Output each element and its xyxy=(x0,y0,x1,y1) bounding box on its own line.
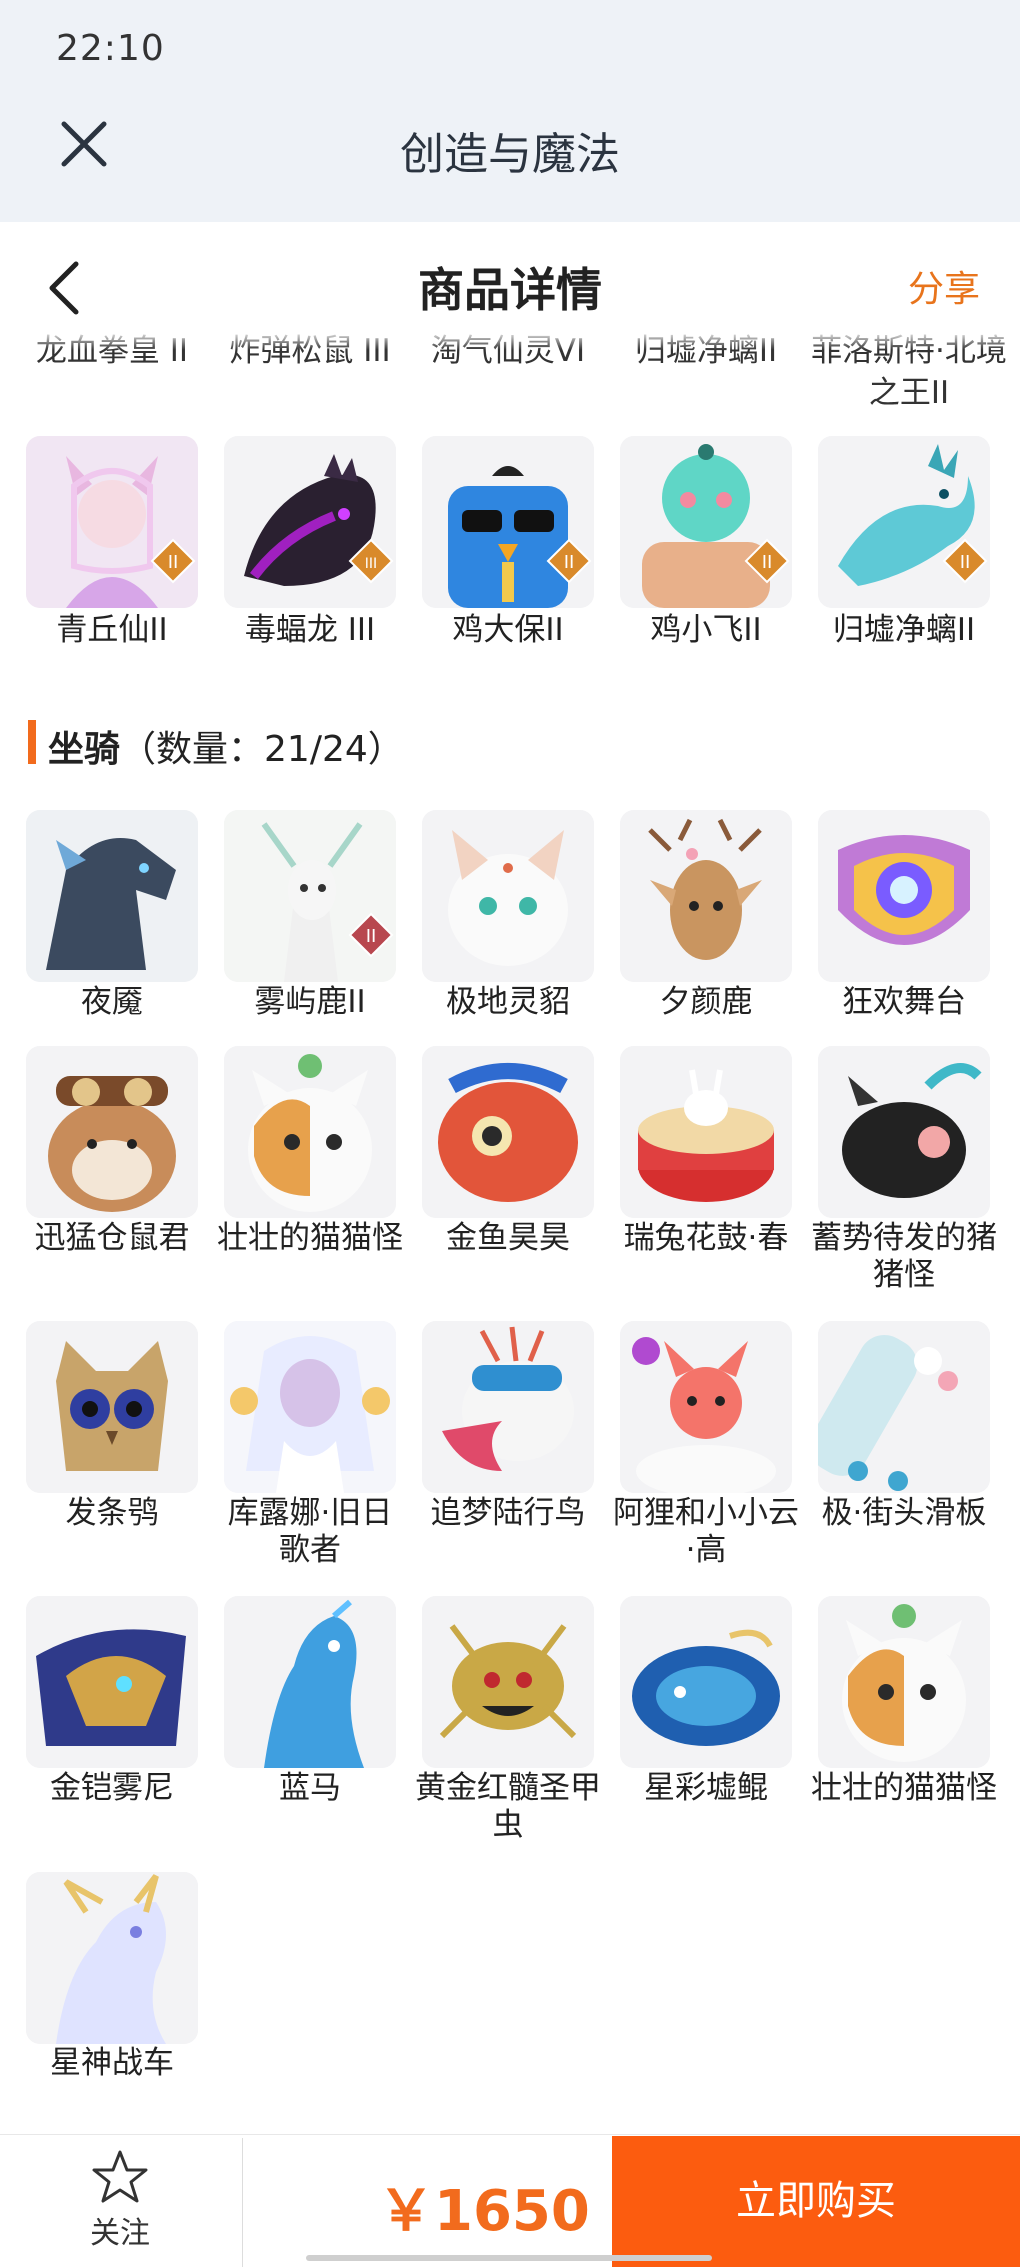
mount-tile[interactable] xyxy=(620,1046,792,1218)
section-count: （数量：21/24） xyxy=(120,729,404,770)
mount-label: 星神战车 xyxy=(50,2045,174,2081)
mount-label: 壮壮的猫猫怪 xyxy=(217,1220,403,1256)
mount-label: 金铠雾尼 xyxy=(50,1770,174,1806)
mount-image xyxy=(422,1596,594,1768)
mount-image xyxy=(26,1321,198,1493)
mount-label: 蓝马 xyxy=(279,1770,341,1806)
mount-image xyxy=(224,1596,396,1768)
mount-image xyxy=(224,1046,396,1218)
mount-tile[interactable] xyxy=(818,1321,990,1493)
divider xyxy=(242,2138,243,2267)
mount-tile[interactable] xyxy=(620,1596,792,1768)
mount-tile[interactable] xyxy=(26,1596,198,1768)
pet-label: 青丘仙II xyxy=(56,612,168,648)
mount-image xyxy=(422,1046,594,1218)
mount-image xyxy=(422,1321,594,1493)
mount-tile[interactable] xyxy=(224,1046,396,1218)
mount-image xyxy=(26,1872,198,2044)
mount-tile[interactable] xyxy=(224,1321,396,1493)
star-icon xyxy=(92,2150,148,2203)
rank-badge-icon: II xyxy=(546,538,592,584)
mount-label: 夕颜鹿 xyxy=(659,984,753,1020)
svg-text:III: III xyxy=(365,556,377,572)
buy-now-button[interactable]: 立即购买 xyxy=(612,2136,1020,2267)
pet-label: 鸡大保II xyxy=(452,612,564,648)
mount-tile[interactable] xyxy=(620,810,792,982)
mount-image xyxy=(818,1596,990,1768)
mount-label: 阿狸和小小云·高 xyxy=(613,1495,799,1568)
mount-tile[interactable] xyxy=(26,1321,198,1493)
mount-tile[interactable] xyxy=(26,1046,198,1218)
mount-image xyxy=(620,1046,792,1218)
mount-tile[interactable] xyxy=(818,1046,990,1218)
mount-tile[interactable] xyxy=(422,1046,594,1218)
mount-tile[interactable] xyxy=(26,810,198,982)
mount-label: 极地灵貂 xyxy=(446,984,570,1020)
scroll-fade xyxy=(0,330,1020,350)
home-indicator xyxy=(306,2255,712,2261)
mount-image xyxy=(818,1321,990,1493)
mount-image xyxy=(224,1321,396,1493)
svg-text:II: II xyxy=(168,552,179,573)
mount-image xyxy=(620,810,792,982)
rank-badge-icon: II xyxy=(348,912,394,958)
mount-image xyxy=(422,810,594,982)
section-title: 坐骑（数量：21/24） xyxy=(48,720,404,772)
mount-label: 夜魇 xyxy=(81,984,143,1020)
mount-image xyxy=(818,810,990,982)
mount-label: 黄金红髓圣甲虫 xyxy=(415,1770,601,1843)
mount-label: 蓄势待发的猪猪怪 xyxy=(811,1220,997,1293)
mount-label: 雾屿鹿II xyxy=(254,984,366,1020)
mount-image xyxy=(818,1046,990,1218)
mount-image xyxy=(620,1321,792,1493)
mount-tile[interactable] xyxy=(422,1321,594,1493)
mount-tile[interactable] xyxy=(818,1596,990,1768)
mount-image xyxy=(26,810,198,982)
mount-label: 星彩墟鲲 xyxy=(644,1770,768,1806)
app-title: 创造与魔法 xyxy=(400,129,620,180)
pet-label: 毒蝠龙 III xyxy=(244,612,376,648)
mount-label: 追梦陆行鸟 xyxy=(430,1495,586,1531)
mount-tile[interactable] xyxy=(422,810,594,982)
mount-label: 瑞兔花鼓·春 xyxy=(623,1220,789,1256)
mount-image xyxy=(620,1596,792,1768)
status-time: 22:10 xyxy=(56,28,165,69)
share-button[interactable]: 分享 xyxy=(908,260,980,312)
page-title: 商品详情 xyxy=(418,263,602,317)
mount-label: 壮壮的猫猫怪 xyxy=(811,1770,997,1806)
rank-badge-icon: II xyxy=(744,538,790,584)
pet-label: 鸡小飞II xyxy=(650,612,762,648)
follow-label[interactable]: 关注 xyxy=(60,2208,180,2252)
price: ￥1650 xyxy=(378,2179,590,2244)
mount-label: 狂欢舞台 xyxy=(842,984,966,1020)
mount-tile[interactable] xyxy=(620,1321,792,1493)
mount-tile[interactable] xyxy=(818,810,990,982)
svg-text:II: II xyxy=(564,552,575,573)
mount-image xyxy=(26,1596,198,1768)
svg-text:II: II xyxy=(762,552,773,573)
mount-label: 极·街头滑板 xyxy=(821,1495,987,1531)
mount-label: 发条鸮 xyxy=(65,1495,159,1531)
pet-label: 归墟净螭II xyxy=(832,612,976,648)
mount-label: 迅猛仓鼠君 xyxy=(34,1220,190,1256)
mount-tile[interactable] xyxy=(224,1596,396,1768)
mount-tile[interactable] xyxy=(422,1596,594,1768)
section-marker xyxy=(28,720,36,764)
rank-badge-icon: II xyxy=(150,538,196,584)
follow-button[interactable] xyxy=(80,2148,160,2212)
mount-label: 库露娜·旧日歌者 xyxy=(227,1495,393,1568)
section-name: 坐骑 xyxy=(48,729,121,770)
mount-image xyxy=(26,1046,198,1218)
mount-label: 金鱼昊昊 xyxy=(446,1220,570,1256)
rank-badge-icon: III xyxy=(348,538,394,584)
mount-tile[interactable] xyxy=(26,1872,198,2044)
rank-badge-icon: II xyxy=(942,538,988,584)
svg-text:II: II xyxy=(960,552,971,573)
svg-text:II: II xyxy=(366,926,377,947)
